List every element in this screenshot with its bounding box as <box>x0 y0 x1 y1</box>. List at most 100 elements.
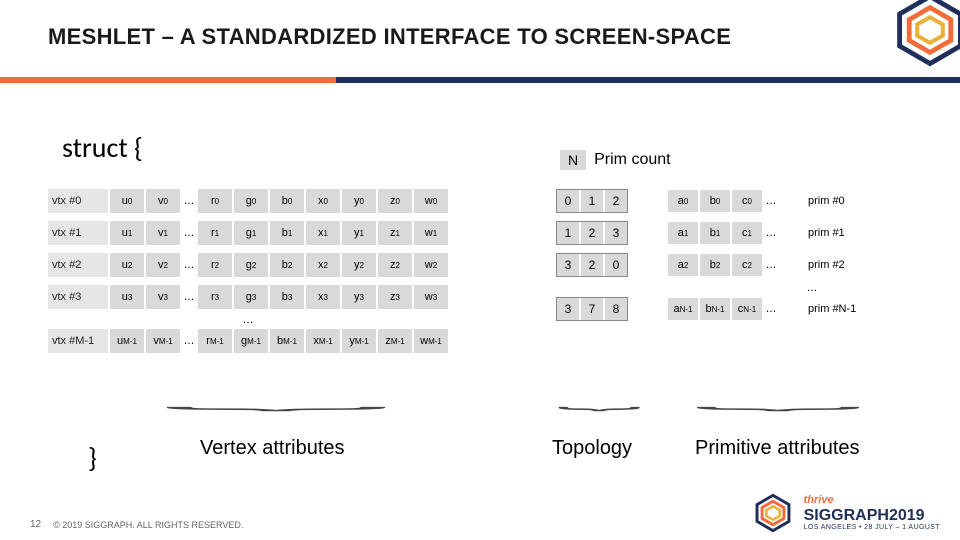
cell: bN-1 <box>700 298 730 320</box>
topology-indices: 320 <box>556 253 628 277</box>
cell: z2 <box>378 253 412 277</box>
table-row: vtx #1u1v1…r1g1b1x1y1z1w1 <box>48 220 448 246</box>
thrive-tag: thrive <box>804 495 940 506</box>
cell: u3 <box>110 285 144 309</box>
table-row: vtx #3u3v3…r3g3b3x3y3z3w3 <box>48 284 448 310</box>
row-label: prim #N-1 <box>808 303 868 315</box>
cell: gM-1 <box>234 329 268 353</box>
cell: … <box>182 329 196 353</box>
corner-hex-logo <box>890 0 960 75</box>
table-row: 378 aN-1bN-1cN-1… prim #N-1 <box>556 296 868 322</box>
cell: w2 <box>414 253 448 277</box>
cell: x3 <box>306 285 340 309</box>
cell: zM-1 <box>378 329 412 353</box>
row-label: vtx #0 <box>48 189 108 213</box>
cell: wM-1 <box>414 329 448 353</box>
cell: aN-1 <box>668 298 698 320</box>
table-row: vtx #0u0v0…r0g0b0x0y0z0w0 <box>48 188 448 214</box>
cell: a0 <box>668 190 698 212</box>
cell: y3 <box>342 285 376 309</box>
topology-indices: 378 <box>556 297 628 321</box>
brace-icon: ⏟ <box>694 388 863 410</box>
primitive-table: 012a0b0c0…prim #0123a1b1c1…prim #1320a2b… <box>556 188 868 328</box>
prim-count-header: N Prim count <box>560 150 671 170</box>
ellipsis: … <box>756 282 868 294</box>
cell: w3 <box>414 285 448 309</box>
cell: z3 <box>378 285 412 309</box>
row-label: vtx #M-1 <box>48 329 108 353</box>
siggraph-sub: LOS ANGELES • 28 JULY – 1 AUGUST <box>804 524 940 531</box>
cell: g0 <box>234 189 268 213</box>
cell: … <box>182 221 196 245</box>
siggraph-logo: thrive SIGGRAPH2019 LOS ANGELES • 28 JUL… <box>752 492 940 534</box>
cell: r3 <box>198 285 232 309</box>
cell: 8 <box>605 298 627 320</box>
row-label: vtx #2 <box>48 253 108 277</box>
primitive-attributes-label: Primitive attributes <box>695 437 860 460</box>
cell: 1 <box>581 190 603 212</box>
cell: 7 <box>581 298 603 320</box>
cell: bM-1 <box>270 329 304 353</box>
ellipsis: … <box>764 298 778 320</box>
cell: u2 <box>110 253 144 277</box>
siggraph-name: SIGGRAPH2019 <box>804 508 940 524</box>
cell: w1 <box>414 221 448 245</box>
cell: b2 <box>270 253 304 277</box>
prim-attrs: a0b0c0… <box>668 190 778 212</box>
ellipsis: … <box>764 190 778 212</box>
cell: yM-1 <box>342 329 376 353</box>
topology-label: Topology <box>552 437 632 460</box>
cell: u0 <box>110 189 144 213</box>
ellipsis: … <box>764 254 778 276</box>
brace-icon: ⏟ <box>163 388 390 410</box>
cell: a2 <box>668 254 698 276</box>
cell: v3 <box>146 285 180 309</box>
cell: y1 <box>342 221 376 245</box>
cell: u1 <box>110 221 144 245</box>
cell: 3 <box>557 298 579 320</box>
table-row: 123a1b1c1…prim #1 <box>556 220 868 246</box>
cell: x0 <box>306 189 340 213</box>
row-label: prim #2 <box>808 259 868 271</box>
cell: a1 <box>668 222 698 244</box>
cell: b0 <box>270 189 304 213</box>
table-row: 012 a0b0c0… prim #0 <box>556 188 868 214</box>
cell: y0 <box>342 189 376 213</box>
cell: r0 <box>198 189 232 213</box>
row-label: prim #0 <box>808 195 868 207</box>
prim-attrs: a2b2c2… <box>668 254 778 276</box>
cell: z0 <box>378 189 412 213</box>
footer: 12 © 2019 SIGGRAPH. ALL RIGHTS RESERVED. <box>30 519 243 530</box>
cell: x2 <box>306 253 340 277</box>
cell: … <box>182 253 196 277</box>
n-box: N <box>560 150 586 170</box>
struct-close: } <box>88 440 97 475</box>
cell: c0 <box>732 190 762 212</box>
cell: c2 <box>732 254 762 276</box>
page-number: 12 <box>30 519 41 530</box>
table-row: vtx #2u2v2…r2g2b2x2y2z2w2 <box>48 252 448 278</box>
cell: … <box>182 285 196 309</box>
row-label: vtx #3 <box>48 285 108 309</box>
ellipsis: … <box>764 222 778 244</box>
topology-indices: 012 <box>556 189 628 213</box>
row-label: prim #1 <box>808 227 868 239</box>
ellipsis: … <box>48 314 448 326</box>
prim-attrs: aN-1bN-1cN-1… <box>668 298 778 320</box>
table-row: 320 a2b2c2… prim #2 <box>556 252 868 278</box>
cell: 3 <box>557 254 579 276</box>
table-row: vtx #M-1uM-1vM-1…rM-1gM-1bM-1xM-1yM-1zM-… <box>48 328 448 354</box>
divider-bar <box>0 77 960 83</box>
cell: 2 <box>581 222 603 244</box>
cell: b3 <box>270 285 304 309</box>
cell: 0 <box>605 254 627 276</box>
cell: r1 <box>198 221 232 245</box>
cell: rM-1 <box>198 329 232 353</box>
cell: g1 <box>234 221 268 245</box>
cell: y2 <box>342 253 376 277</box>
topology-indices: 123 <box>556 221 628 245</box>
cell: … <box>182 189 196 213</box>
cell: v2 <box>146 253 180 277</box>
row-label: vtx #1 <box>48 221 108 245</box>
vertex-attribute-table: vtx #0u0v0…r0g0b0x0y0z0w0 vtx #1u1v1…r1g1… <box>48 188 448 360</box>
